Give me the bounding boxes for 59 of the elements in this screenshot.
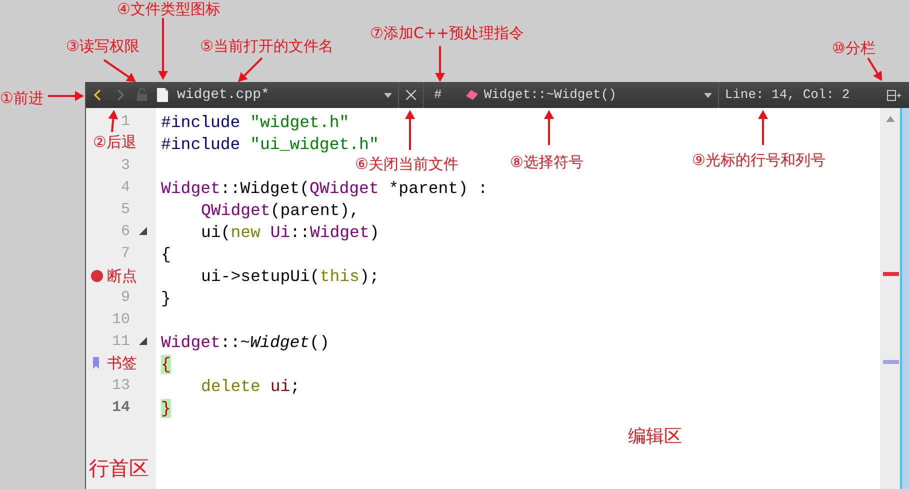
fold-marker-icon[interactable]	[139, 337, 147, 345]
line-number: 9	[120, 288, 130, 308]
line-number: 14	[112, 398, 130, 418]
annotation-arrow	[544, 110, 554, 145]
code-line: Widget::Widget(QWidget *parent) :	[161, 178, 488, 200]
symbol-icon	[466, 90, 478, 100]
code-line: }	[161, 288, 171, 310]
annotation: ⑩分栏	[832, 39, 876, 57]
annotation-arrow	[108, 110, 118, 132]
annotation: ①前进	[0, 89, 44, 107]
annotation: ⑨光标的行号和列号	[692, 151, 826, 169]
line-number: 3	[120, 156, 130, 176]
annotation: ③读写权限	[66, 37, 140, 55]
file-name-dropdown[interactable]: widget.cpp*	[177, 84, 398, 106]
annotation: ⑥关闭当前文件	[355, 155, 458, 173]
code-line: {	[161, 244, 171, 266]
code-line: ui(new Ui::Widget)	[201, 222, 380, 244]
line-number: 1	[120, 112, 130, 132]
annotation: 行首区	[89, 456, 149, 480]
annotation-arrow	[867, 57, 882, 81]
caret-icon	[704, 92, 712, 98]
cursor-position: Line: 14, Col: 2	[724, 86, 851, 104]
line-number: 7	[120, 244, 130, 264]
annotation-arrow	[238, 57, 263, 82]
annotation-arrow	[48, 91, 84, 101]
annotation: 编辑区	[628, 426, 682, 448]
annotation: ④文件类型图标	[117, 0, 220, 18]
code-line: QWidget(parent),	[201, 200, 360, 222]
close-icon	[406, 90, 416, 100]
code-line: delete ui;	[201, 376, 300, 398]
code-line: #include "widget.h"	[161, 112, 350, 134]
annotation: ⑦添加C++预处理指令	[370, 24, 524, 42]
annotation: 书签	[107, 354, 137, 372]
file-icon	[156, 87, 169, 103]
annotation: 断点	[107, 267, 137, 285]
line-number: 4	[120, 178, 130, 198]
scrollbar-marker	[883, 360, 899, 364]
caret-icon	[384, 92, 392, 98]
annotation-arrow	[758, 110, 768, 145]
fold-marker-icon[interactable]	[139, 227, 147, 235]
code-line: #include "ui_widget.h"	[161, 134, 379, 156]
code-line: Widget::~Widget()	[161, 332, 330, 354]
annotation: ⑤当前打开的文件名	[200, 37, 334, 55]
annotation: ②后退	[93, 133, 136, 151]
code-line: ui->setupUi(this);	[201, 266, 380, 288]
annotation-arrow	[435, 46, 445, 82]
symbol-dropdown[interactable]: Widget::~Widget()	[456, 85, 718, 105]
line-number: 11	[112, 332, 130, 352]
line-number: 13	[112, 376, 130, 396]
scrollbar-marker	[883, 272, 899, 276]
line-number: 5	[120, 200, 130, 220]
line-number: 10	[112, 310, 130, 330]
annotation-arrow	[103, 59, 136, 82]
annotation-arrow	[405, 110, 415, 150]
split-icon	[887, 90, 901, 100]
annotation: ⑧选择符号	[510, 153, 584, 171]
preprocessor-button[interactable]: #	[424, 82, 456, 108]
annotation-arrow	[158, 18, 168, 80]
line-number: 6	[120, 222, 130, 242]
